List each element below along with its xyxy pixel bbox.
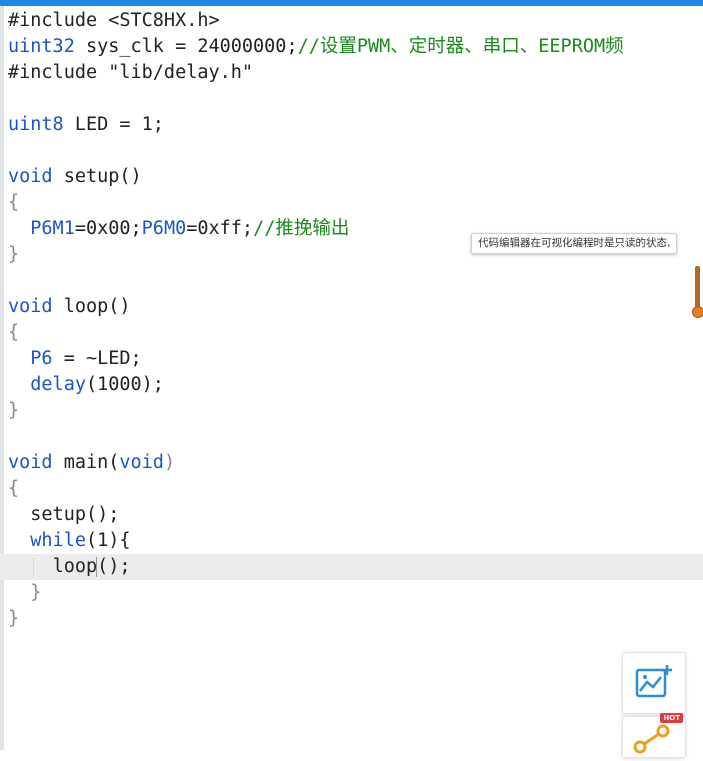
code-text: setup() xyxy=(52,166,142,187)
code-register: P6M1 xyxy=(30,218,75,239)
text-cursor xyxy=(96,557,97,577)
code-text: #include <STC8HX.h> xyxy=(8,10,220,31)
code-brace: { xyxy=(8,478,20,499)
code-brace: } xyxy=(8,400,20,421)
code-text: =0xff; xyxy=(186,218,254,239)
code-type: uint32 xyxy=(8,36,75,57)
code-line-3: #include "lib/delay.h" xyxy=(0,60,703,86)
code-brace: { xyxy=(8,192,20,213)
code-line-13: { xyxy=(0,320,703,346)
code-text: loop(); xyxy=(52,556,131,577)
code-text: main( xyxy=(52,452,120,473)
code-keyword: void xyxy=(8,166,53,187)
code-text: =0x00; xyxy=(74,218,142,239)
code-text: = ~LED; xyxy=(52,348,142,369)
code-text: setup(); xyxy=(30,504,120,525)
code-line-8: { xyxy=(0,190,703,216)
code-line-12: void loop() xyxy=(0,294,703,320)
code-line-15: delay(1000); xyxy=(0,372,703,398)
code-brace: } xyxy=(8,244,20,265)
code-keyword: void xyxy=(119,452,164,473)
code-line-24: } xyxy=(0,606,703,632)
code-line-5: uint8 LED = 1; xyxy=(0,112,703,138)
code-type: uint8 xyxy=(8,114,64,135)
code-line-2: uint32 sys_clk = 24000000;//设置PWM、定时器、串口… xyxy=(0,34,703,60)
code-line-16: } xyxy=(0,398,703,424)
code-register: P6M0 xyxy=(141,218,187,239)
readonly-tooltip: 代码编辑器在可视化编程时是只读的状态, xyxy=(471,233,678,254)
code-line-14: P6 = ~LED; xyxy=(0,346,703,372)
code-line-18: void main(void) xyxy=(0,450,703,476)
code-text: ) xyxy=(163,452,176,473)
code-line-20: setup(); xyxy=(0,502,703,528)
code-text: (1){ xyxy=(85,530,131,551)
code-text: (1000); xyxy=(85,374,164,395)
code-function: delay xyxy=(30,374,86,395)
code-editor[interactable]: #include <STC8HX.h> uint32 sys_clk = 240… xyxy=(0,6,703,750)
slider-knob[interactable] xyxy=(692,306,703,318)
code-register: P6 xyxy=(30,348,53,369)
add-chart-button[interactable] xyxy=(622,652,686,714)
code-comment: //设置PWM、定时器、串口、EEPROM频 xyxy=(297,36,624,57)
node-graph-icon xyxy=(633,724,670,754)
code-line-23: } xyxy=(0,580,703,606)
code-brace: } xyxy=(30,582,42,603)
hot-badge: HOT xyxy=(660,713,683,723)
code-line-22-active[interactable]: loop(); xyxy=(0,554,703,580)
floating-tool-panel: HOT xyxy=(622,652,686,758)
code-text: sys_clk = 24000000; xyxy=(74,36,298,57)
code-line-21: while(1){ xyxy=(0,528,703,554)
code-line-1: #include <STC8HX.h> xyxy=(0,8,703,34)
code-keyword: void xyxy=(8,452,53,473)
code-keyword: void xyxy=(8,296,53,317)
code-brace: { xyxy=(8,322,20,343)
chart-add-icon xyxy=(635,665,672,698)
code-text: #include "lib/delay.h" xyxy=(8,62,254,83)
code-comment: //推挽输出 xyxy=(253,218,350,239)
code-text: LED = 1; xyxy=(63,114,164,135)
code-keyword: while xyxy=(30,530,86,551)
code-brace: } xyxy=(8,608,20,629)
vertical-slider[interactable] xyxy=(692,266,703,318)
code-line-7: void setup() xyxy=(0,164,703,190)
code-text: loop() xyxy=(52,296,131,317)
node-graph-button[interactable]: HOT xyxy=(622,713,686,758)
code-line-19: { xyxy=(0,476,703,502)
